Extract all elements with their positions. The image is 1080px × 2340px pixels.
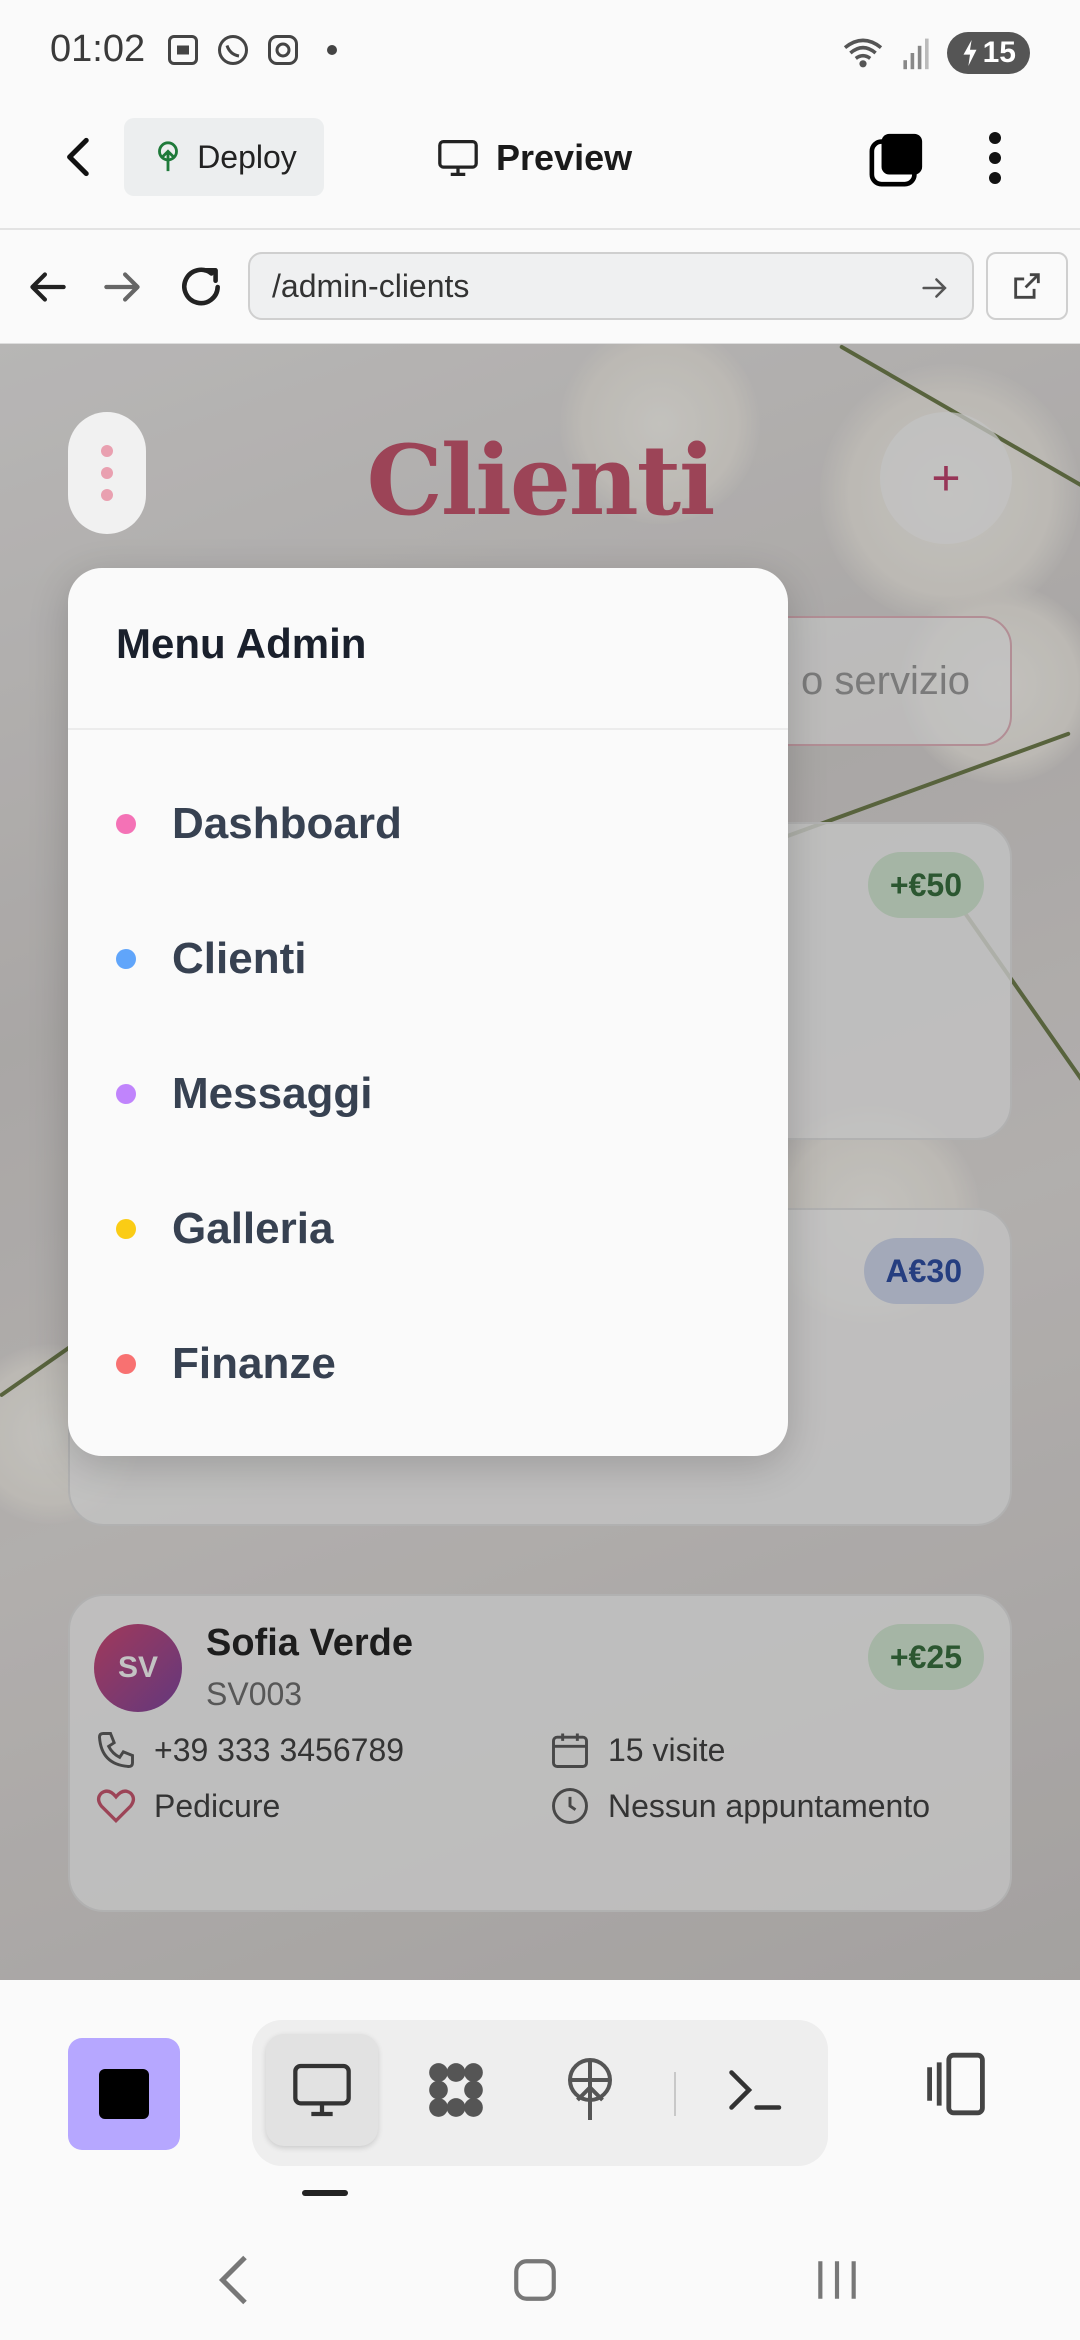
- menu-title: Menu Admin: [116, 620, 367, 667]
- system-home-icon[interactable]: [510, 2250, 560, 2310]
- url-input[interactable]: /admin-clients: [248, 252, 974, 320]
- deploy-view-button[interactable]: [534, 2034, 646, 2146]
- workflow-icon: [429, 2063, 483, 2117]
- status-bar: 01:02 15: [0, 0, 1080, 100]
- menu-item-galleria[interactable]: Galleria: [68, 1169, 788, 1289]
- menu-item-dashboard[interactable]: Dashboard: [68, 764, 788, 884]
- battery-icon: 15: [946, 32, 1030, 74]
- browser-forward-icon[interactable]: [98, 262, 148, 312]
- active-tab-indicator: [302, 2190, 348, 2196]
- menu-dot: [116, 1219, 136, 1239]
- stop-button[interactable]: [68, 2038, 180, 2150]
- deploy-icon: [568, 2058, 612, 2120]
- deploy-label: Deploy: [197, 138, 297, 175]
- reload-icon[interactable]: [176, 262, 226, 312]
- menu-dot: [116, 814, 136, 834]
- system-recents-icon[interactable]: [812, 2250, 862, 2310]
- wifi-icon: [843, 38, 882, 68]
- menu-item-label: Finanze: [172, 1339, 336, 1388]
- kebab-dot: [101, 489, 113, 501]
- layout-toggle-icon[interactable]: [920, 2048, 992, 2120]
- menu-dot: [116, 949, 136, 969]
- menu-item-finanze[interactable]: Finanze: [68, 1304, 788, 1424]
- system-back-icon[interactable]: [210, 2250, 260, 2310]
- browser-back-icon[interactable]: [22, 262, 72, 312]
- status-time: 01:02: [50, 28, 146, 70]
- bottom-toolbar: [0, 1980, 1080, 2220]
- screenshot-icon: [168, 35, 198, 65]
- monitor-icon: [438, 140, 478, 176]
- back-arrow-icon[interactable]: [55, 132, 105, 182]
- stop-icon: [99, 2069, 149, 2119]
- url-text: /admin-clients: [272, 267, 470, 304]
- deploy-button[interactable]: Deploy: [124, 118, 324, 196]
- app-header: Deploy Preview: [0, 100, 1080, 230]
- preview-label: Preview: [496, 137, 633, 178]
- menu-item-label: Galleria: [172, 1204, 334, 1253]
- shell-view-button[interactable]: [698, 2034, 810, 2146]
- admin-menu: Menu Admin Dashboard Clienti Messaggi Ga…: [68, 568, 788, 1456]
- instagram-icon: [268, 35, 298, 65]
- view-switcher: [252, 2020, 828, 2166]
- url-bar: /admin-clients: [0, 232, 1080, 344]
- menu-item-clienti[interactable]: Clienti: [68, 899, 788, 1019]
- system-navigation-bar: [0, 2220, 1080, 2340]
- kebab-dot: [101, 467, 113, 479]
- menu-item-label: Clienti: [172, 934, 307, 983]
- segment-divider: [674, 2072, 676, 2116]
- menu-item-messaggi[interactable]: Messaggi: [68, 1034, 788, 1154]
- kebab-dot: [101, 445, 113, 457]
- deploy-icon: [158, 141, 179, 172]
- open-external-button[interactable]: [986, 252, 1068, 320]
- go-arrow-icon[interactable]: [918, 271, 952, 305]
- menu-divider: [68, 728, 788, 730]
- menu-item-label: Dashboard: [172, 799, 402, 848]
- menu-dot: [116, 1084, 136, 1104]
- workflows-view-button[interactable]: [400, 2034, 512, 2146]
- preview-view-button[interactable]: [266, 2034, 378, 2146]
- external-link-icon: [1014, 273, 1040, 299]
- menu-item-label: Messaggi: [172, 1069, 373, 1118]
- whatsapp-icon: [218, 35, 248, 65]
- terminal-icon: [729, 2070, 782, 2110]
- page-content: Clienti + Cerca per nome, codice o servi…: [0, 344, 1080, 1980]
- tabs-icon[interactable]: [868, 130, 926, 188]
- more-options-icon[interactable]: [980, 128, 1010, 188]
- menu-dot: [116, 1354, 136, 1374]
- admin-menu-button[interactable]: [68, 412, 146, 534]
- preview-tab[interactable]: Preview: [436, 128, 632, 188]
- notification-dot: [327, 45, 337, 55]
- battery-level: 15: [982, 36, 1016, 69]
- monitor-icon: [293, 2063, 351, 2117]
- signal-icon: [903, 38, 929, 70]
